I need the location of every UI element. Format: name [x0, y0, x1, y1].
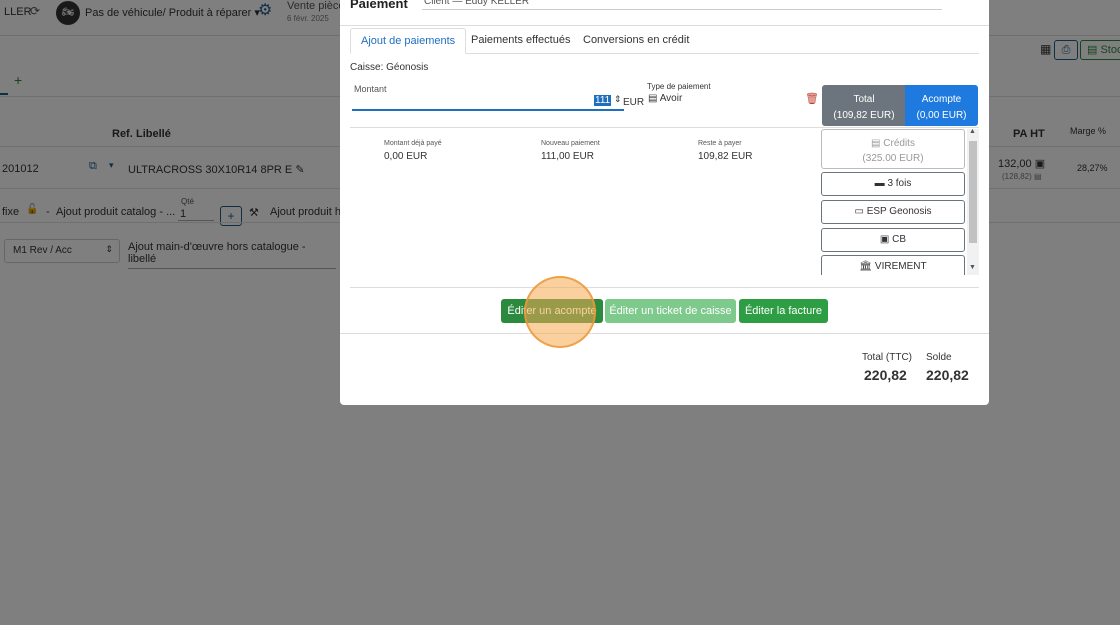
deja-paye-value: 0,00 EUR — [384, 151, 428, 162]
acompte-label: Acompte — [921, 94, 962, 105]
esp-geonosis-label: ESP Geonosis — [866, 206, 932, 217]
currency-label: EUR — [623, 97, 645, 108]
reste-a-payer-label: Reste à payer — [698, 140, 742, 147]
scroll-down-icon[interactable]: ▼ — [969, 264, 976, 271]
payment-type-value: ▤ Avoir — [648, 93, 682, 104]
tab-ajout-paiements[interactable]: Ajout de paiements — [350, 28, 467, 54]
nouveau-paiement-label: Nouveau paiement — [541, 140, 600, 147]
total-value: (109,82 EUR) — [833, 110, 895, 121]
trash-icon[interactable]: 🗑 — [805, 92, 819, 105]
divider — [350, 287, 979, 288]
acompte-button[interactable]: Acompte (0,00 EUR) — [905, 85, 978, 126]
solde-value: 220,82 — [926, 367, 969, 383]
modal-title: Paiement — [350, 0, 408, 11]
payment-methods-list: ▤ Crédits (325.00 EUR) ▬ 3 fois ▭ ESP Ge… — [821, 129, 979, 275]
montant-label: Montant — [354, 84, 387, 94]
cb-label: CB — [892, 234, 907, 245]
edit-invoice-button[interactable]: Éditer la facture — [739, 299, 828, 323]
divider — [340, 25, 989, 26]
payment-tabs: Ajout de paiements Paiements effectués C… — [350, 28, 979, 54]
virement-label: VIREMENT — [874, 261, 927, 272]
total-label: Total — [853, 94, 875, 105]
divider — [340, 333, 989, 334]
credits-button[interactable]: ▤ Crédits (325.00 EUR) — [821, 129, 965, 169]
caisse-label: Caisse: Géonosis — [350, 62, 429, 73]
nouveau-paiement-value: 111,00 EUR — [541, 151, 594, 162]
click-indicator — [524, 276, 596, 348]
credits-label: Crédits — [883, 138, 915, 149]
virement-button[interactable]: 🏛 VIREMENT — [821, 255, 965, 275]
montant-input[interactable]: 111 — [594, 95, 612, 106]
receipt-icon: ▤ — [871, 138, 881, 149]
payment-modal: Paiement Client — Eddy KELLER Ajout de p… — [340, 0, 989, 405]
payment-type-label: Type de paiement — [647, 82, 711, 91]
spinner-icon[interactable]: ⇕ — [614, 94, 622, 105]
reste-a-payer-value: 109,82 EUR — [698, 151, 753, 162]
cb-button[interactable]: ▣ CB — [821, 228, 965, 252]
acompte-value: (0,00 EUR) — [916, 110, 967, 121]
bank-icon: 🏛 — [859, 261, 873, 272]
divider — [350, 127, 979, 128]
tab-paiements-effectues[interactable]: Paiements effectués — [461, 28, 580, 54]
payment-methods-scrollbar[interactable]: ▲ ▼ — [967, 129, 979, 275]
solde-label: Solde — [926, 352, 952, 363]
deja-paye-label: Montant déjà payé — [384, 140, 442, 147]
payment-type-text: Avoir — [659, 93, 683, 104]
receipt-icon: ▤ — [648, 93, 658, 104]
montant-underline — [352, 109, 624, 111]
esp-geonosis-button[interactable]: ▭ ESP Geonosis — [821, 200, 965, 224]
scroll-thumb[interactable] — [969, 141, 977, 243]
tab-conversions-credit[interactable]: Conversions en crédit — [573, 28, 699, 54]
edit-ticket-button[interactable]: Éditer un ticket de caisse — [605, 299, 736, 323]
trois-fois-label: 3 fois — [887, 178, 912, 189]
card-icon: ▬ — [874, 178, 885, 189]
total-button[interactable]: Total (109,82 EUR) — [822, 85, 906, 126]
card-icon: ▣ — [879, 234, 890, 245]
trois-fois-button[interactable]: ▬ 3 fois — [821, 172, 965, 196]
total-ttc-label: Total (TTC) — [862, 352, 912, 363]
client-field[interactable]: Client — Eddy KELLER — [422, 0, 942, 10]
credits-amount: (325.00 EUR) — [862, 153, 924, 164]
money-icon: ▭ — [854, 206, 864, 217]
total-ttc-value: 220,82 — [864, 367, 907, 383]
scroll-up-icon[interactable]: ▲ — [969, 129, 976, 135]
